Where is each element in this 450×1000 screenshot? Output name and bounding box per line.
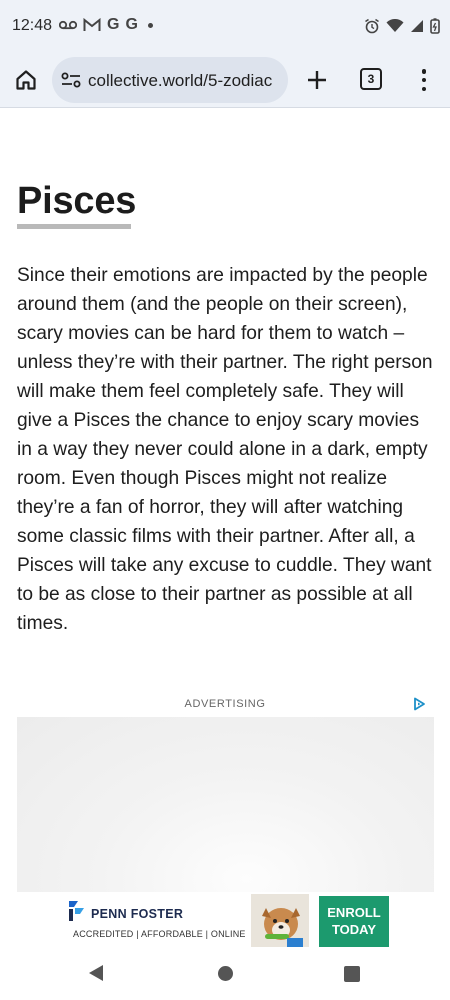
status-bar: 12:48 G G: [0, 0, 450, 52]
back-icon[interactable]: [88, 964, 104, 982]
recents-icon[interactable]: [344, 966, 360, 982]
status-time: 12:48: [12, 17, 53, 34]
enroll-button[interactable]: ENROLL TODAY: [319, 896, 389, 947]
sticky-ad-banner[interactable]: PENN FOSTER ACCREDITED | AFFORDABLE | ON…: [0, 892, 450, 948]
enroll-label: ENROLL: [327, 905, 381, 920]
notification-dot: [147, 22, 153, 28]
penn-foster-logo-icon: [69, 901, 84, 921]
menu-dot: [421, 77, 427, 83]
today-label: TODAY: [331, 922, 377, 937]
url-text: collective.world/5-zodiac: [88, 71, 273, 90]
article-heading: Pisces: [17, 180, 137, 222]
alarm-icon: [365, 18, 379, 34]
plus-icon: [308, 71, 326, 89]
dog-image: [251, 894, 309, 947]
advertising-label: ADVERTISING: [184, 698, 266, 710]
new-tab-button[interactable]: [304, 66, 330, 94]
home-button[interactable]: [12, 66, 40, 94]
article-paragraph: Since their emotions are impacted by the…: [17, 265, 433, 634]
site-settings-icon[interactable]: [60, 70, 82, 90]
menu-dot: [421, 69, 427, 74]
signal-icon: [411, 20, 423, 32]
brand-tagline: ACCREDITED | AFFORDABLE | ONLINE: [73, 929, 246, 939]
ad-slot[interactable]: [17, 717, 434, 892]
voicemail-icon: [59, 20, 77, 30]
system-nav-bar: [0, 948, 450, 1000]
menu-dot: [421, 86, 427, 91]
gmail-icon: [83, 18, 101, 31]
home-nav-icon[interactable]: [218, 966, 233, 981]
wifi-icon: [386, 19, 404, 32]
ad-choices-icon[interactable]: [412, 697, 426, 711]
article-content: Pisces Since their emotions are impacted…: [0, 109, 450, 892]
brand-name: PENN FOSTER: [91, 907, 184, 921]
address-bar[interactable]: collective.world/5-zodiac: [52, 57, 288, 103]
penn-foster-ad[interactable]: PENN FOSTER ACCREDITED | AFFORDABLE | ON…: [61, 894, 389, 947]
battery-icon: [430, 18, 440, 34]
status-left-icons: G G: [59, 14, 153, 36]
browser-toolbar: collective.world/5-zodiac 3: [0, 52, 450, 108]
home-icon: [16, 70, 36, 90]
heading-underline: [17, 224, 131, 229]
google-icon: G: [125, 16, 138, 33]
status-right-icons: [364, 15, 440, 37]
tab-switcher-button[interactable]: 3: [360, 68, 382, 90]
google-icon: G: [107, 16, 120, 33]
overflow-menu-button[interactable]: [417, 66, 431, 94]
